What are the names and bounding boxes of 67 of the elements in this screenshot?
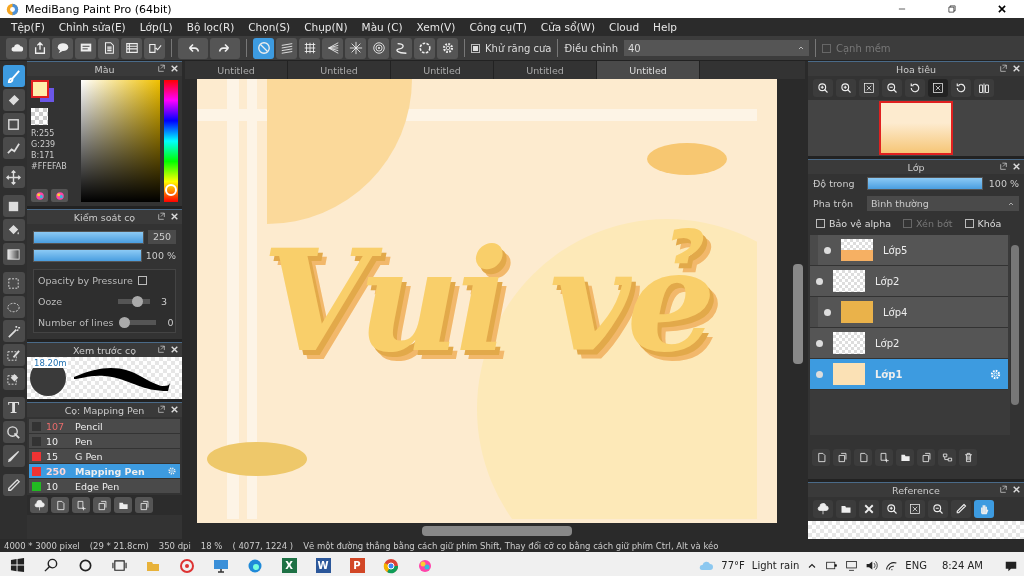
color-readout: B:171 xyxy=(31,151,56,160)
checkbox-label: Khử răng cưa xyxy=(485,42,552,54)
checkbox-label: Cạnh mềm xyxy=(836,42,891,54)
field-label: Điều chỉnh xyxy=(564,42,618,54)
document-tab[interactable]: Untitled xyxy=(597,61,700,79)
layer-item[interactable]: Lớp4 xyxy=(810,297,1008,328)
status-text: Vẽ một đường thẳng bằng cách giữ phím Shift, Thay đổi cỡ cọ bằng cách giữ phím Ctrl, Alt và kéo xyxy=(303,540,719,551)
menu-item[interactable]: Cửa sổ(W) xyxy=(533,21,603,33)
panel-title: Kiểm soát cọ xyxy=(73,211,136,223)
size-field[interactable]: 250 xyxy=(148,230,176,244)
menu-item[interactable]: Chỉnh sửa(E) xyxy=(51,21,133,33)
status-text: 18 % xyxy=(200,540,223,551)
option-reading: 3 xyxy=(161,295,169,307)
status-text: (29 * 21.8cm) xyxy=(89,540,149,551)
brush-item[interactable]: 15 G Pen xyxy=(29,449,180,463)
brush-item[interactable]: 10 Pen xyxy=(29,434,180,448)
menu-item[interactable]: Màu (C) xyxy=(354,21,410,33)
layer-item[interactable]: Lớp5 xyxy=(810,235,1008,266)
clock[interactable]: 8:24 AM xyxy=(941,560,983,571)
layer-item[interactable]: Lớp2 xyxy=(810,266,1008,297)
taskbar-app[interactable]: X xyxy=(272,552,306,576)
option-label: Ooze xyxy=(38,295,64,307)
status-text: 350 dpi xyxy=(158,540,191,551)
text-tool[interactable]: T xyxy=(2,397,25,419)
color-readout: R:255 xyxy=(31,129,56,138)
window-title: MediBang Paint Pro (64bit) xyxy=(25,2,172,16)
panel-title: Màu xyxy=(94,63,115,75)
brush-item[interactable]: 107 Pencil xyxy=(29,419,180,433)
lettering-artwork: Vui vẻ xyxy=(262,219,712,383)
layer-item[interactable]: Lớp2 xyxy=(810,328,1008,359)
opacity-reading: 100 % xyxy=(988,178,1019,189)
panel-title: Cọ: Mapping Pen xyxy=(64,404,145,416)
menu-item[interactable]: Xem(V) xyxy=(409,21,463,33)
color-readout: G:239 xyxy=(31,140,57,149)
taskbar-app[interactable]: W xyxy=(306,552,340,576)
temperature: 77°F xyxy=(721,560,745,571)
brush-item[interactable]: 10 Edge Pen xyxy=(29,479,180,493)
brush-size-label: 18.20m xyxy=(33,358,68,368)
menu-item[interactable]: Chọn(S) xyxy=(241,21,298,33)
taskbar-app[interactable]: P xyxy=(340,552,374,576)
field-label: Pha trộn xyxy=(813,198,855,209)
menu-item[interactable]: Chụp(N) xyxy=(297,21,355,33)
panel-title: Hoa tiêu xyxy=(896,63,936,75)
menu-item[interactable]: Công cụ(T) xyxy=(462,21,534,33)
menu-item[interactable]: Tệp(F) xyxy=(4,21,52,33)
status-text: 4000 * 3000 pixel xyxy=(4,540,80,551)
color-readout: #FFEFAB xyxy=(31,162,68,171)
panel-title: Reference xyxy=(892,484,940,496)
status-text: ( 4077, 1224 ) xyxy=(232,540,294,551)
menu-item[interactable]: Help xyxy=(646,21,685,33)
menu-item[interactable]: Bộ lọc(R) xyxy=(179,21,242,33)
correction-dropdown[interactable]: 40 xyxy=(624,40,809,56)
menu-item[interactable]: Cloud xyxy=(602,21,647,33)
menu-item[interactable]: Lớp(L) xyxy=(132,21,180,33)
panel-title: Lớp xyxy=(907,161,925,173)
option-label: Number of lines xyxy=(38,316,114,328)
opacity-reading: 100 % xyxy=(145,250,176,261)
checkbox-label: Khóa xyxy=(977,218,1002,229)
panel-title: Xem trước cọ xyxy=(73,344,136,356)
language-indicator[interactable]: ENG xyxy=(905,560,927,571)
checkbox-label: Bảo vệ alpha xyxy=(829,218,891,229)
field-label: Độ trong xyxy=(813,178,856,189)
checkbox-label: Xén bớt xyxy=(916,218,953,229)
weather-text: Light rain xyxy=(751,560,800,571)
option-label: Opacity by Pressure xyxy=(38,274,133,286)
blend-dropdown[interactable]: Bình thường xyxy=(867,196,1019,211)
option-reading: 0 xyxy=(167,316,174,328)
